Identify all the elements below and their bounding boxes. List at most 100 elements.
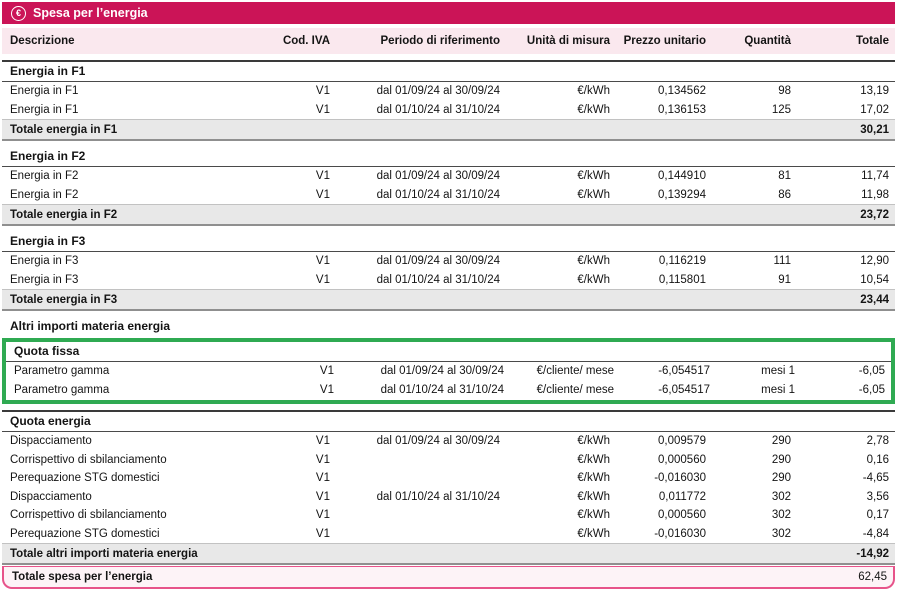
cell-cod_iva: V1 bbox=[280, 274, 336, 286]
cell-cod_iva: V1 bbox=[280, 255, 336, 267]
cell-descrizione: Energia in F1 bbox=[2, 104, 280, 116]
cell-unita: €/kWh bbox=[506, 170, 616, 182]
page-title: Spesa per l’energia bbox=[33, 6, 148, 20]
cell-periodo: dal 01/10/24 al 31/10/24 bbox=[336, 104, 506, 116]
cell-descrizione: Energia in F3 bbox=[2, 255, 280, 267]
cell-totale: -6,05 bbox=[801, 384, 891, 396]
total-label: Totale energia in F2 bbox=[2, 209, 797, 221]
column-header-prezzo: Prezzo unitario bbox=[616, 35, 712, 47]
cell-periodo: dal 01/09/24 al 30/09/24 bbox=[340, 365, 510, 377]
table-row: DispacciamentoV1dal 01/10/24 al 31/10/24… bbox=[2, 488, 895, 507]
cell-totale: 0,17 bbox=[797, 509, 895, 521]
cell-quantita: 111 bbox=[712, 255, 797, 267]
cell-descrizione: Parametro gamma bbox=[6, 384, 284, 396]
column-header-descrizione: Descrizione bbox=[2, 35, 280, 47]
cell-totale: 10,54 bbox=[797, 274, 895, 286]
cell-totale: 2,78 bbox=[797, 435, 895, 447]
cell-prezzo: 0,116219 bbox=[616, 255, 712, 267]
cell-cod_iva: V1 bbox=[280, 435, 336, 447]
cell-descrizione: Energia in F3 bbox=[2, 274, 280, 286]
cell-cod_iva: V1 bbox=[280, 472, 336, 484]
cell-totale: 3,56 bbox=[797, 491, 895, 503]
column-header-totale: Totale bbox=[797, 35, 895, 47]
cell-quantita: 302 bbox=[712, 509, 797, 521]
column-header-cod_iva: Cod. IVA bbox=[280, 35, 336, 47]
cell-periodo: dal 01/09/24 al 30/09/24 bbox=[336, 85, 506, 97]
cell-prezzo: 0,000560 bbox=[616, 454, 712, 466]
table-row: Parametro gammaV1dal 01/09/24 al 30/09/2… bbox=[6, 362, 891, 381]
cell-descrizione: Energia in F2 bbox=[2, 170, 280, 182]
cell-unita: €/kWh bbox=[506, 255, 616, 267]
section-quota-energia: Quota energiaDispacciamentoV1dal 01/09/2… bbox=[2, 410, 895, 565]
cell-prezzo: 0,115801 bbox=[616, 274, 712, 286]
cell-quantita: mesi 1 bbox=[716, 365, 801, 377]
cell-descrizione: Energia in F2 bbox=[2, 189, 280, 201]
cell-periodo: dal 01/10/24 al 31/10/24 bbox=[336, 189, 506, 201]
cell-cod_iva: V1 bbox=[280, 189, 336, 201]
total-row: Totale altri importi materia energia-14,… bbox=[2, 543, 895, 565]
cell-periodo: dal 01/09/24 al 30/09/24 bbox=[336, 170, 506, 182]
section-title: Energia in F3 bbox=[2, 232, 895, 252]
cell-cod_iva: V1 bbox=[280, 454, 336, 466]
cell-unita: €/cliente/ mese bbox=[510, 365, 620, 377]
cell-quantita: 98 bbox=[712, 85, 797, 97]
cell-prezzo: -6,054517 bbox=[620, 365, 716, 377]
cell-unita: €/kWh bbox=[506, 435, 616, 447]
section-title: Altri importi materia energia bbox=[2, 317, 895, 336]
cell-unita: €/kWh bbox=[506, 189, 616, 201]
cell-descrizione: Corrispettivo di sbilanciamento bbox=[2, 454, 280, 466]
cell-periodo: dal 01/09/24 al 30/09/24 bbox=[336, 435, 506, 447]
cell-cod_iva: V1 bbox=[284, 384, 340, 396]
column-header-periodo: Periodo di riferimento bbox=[336, 35, 506, 47]
cell-periodo: dal 01/09/24 al 30/09/24 bbox=[336, 255, 506, 267]
cell-prezzo: -0,016030 bbox=[616, 472, 712, 484]
column-header-row: DescrizioneCod. IVAPeriodo di riferiment… bbox=[2, 28, 895, 54]
table-row: Corrispettivo di sbilanciamentoV1€/kWh0,… bbox=[2, 451, 895, 470]
cell-prezzo: 0,144910 bbox=[616, 170, 712, 182]
cell-unita: €/cliente/ mese bbox=[510, 384, 620, 396]
total-label: Totale energia in F1 bbox=[2, 124, 797, 136]
section-header-bar: € Spesa per l’energia bbox=[2, 2, 895, 24]
cell-unita: €/kWh bbox=[506, 104, 616, 116]
cell-totale: -4,65 bbox=[797, 472, 895, 484]
cell-cod_iva: V1 bbox=[280, 528, 336, 540]
section-title: Energia in F2 bbox=[2, 147, 895, 167]
cell-unita: €/kWh bbox=[506, 528, 616, 540]
table-row: DispacciamentoV1dal 01/09/24 al 30/09/24… bbox=[2, 432, 895, 451]
table-body: Energia in F1Energia in F1V1dal 01/09/24… bbox=[2, 60, 895, 589]
section-energia-f2: Energia in F2Energia in F2V1dal 01/09/24… bbox=[2, 147, 895, 226]
cell-descrizione: Parametro gamma bbox=[6, 365, 284, 377]
table-row: Energia in F3V1dal 01/09/24 al 30/09/24€… bbox=[2, 252, 895, 271]
total-row: Totale energia in F323,44 bbox=[2, 289, 895, 311]
total-label: Totale spesa per l’energia bbox=[4, 571, 795, 583]
cell-totale: 11,98 bbox=[797, 189, 895, 201]
cell-quantita: 86 bbox=[712, 189, 797, 201]
cell-quantita: 290 bbox=[712, 454, 797, 466]
cell-unita: €/kWh bbox=[506, 274, 616, 286]
total-row: Totale energia in F130,21 bbox=[2, 119, 895, 141]
cell-descrizione: Perequazione STG domestici bbox=[2, 472, 280, 484]
cell-quantita: 290 bbox=[712, 435, 797, 447]
cell-quantita: mesi 1 bbox=[716, 384, 801, 396]
cell-prezzo: 0,011772 bbox=[616, 491, 712, 503]
cell-unita: €/kWh bbox=[506, 509, 616, 521]
cell-descrizione: Perequazione STG domestici bbox=[2, 528, 280, 540]
cell-quantita: 125 bbox=[712, 104, 797, 116]
euro-circle-icon: € bbox=[11, 6, 26, 21]
section-altri-importi: Altri importi materia energia bbox=[2, 317, 895, 336]
cell-cod_iva: V1 bbox=[280, 491, 336, 503]
cell-cod_iva: V1 bbox=[284, 365, 340, 377]
cell-totale: 0,16 bbox=[797, 454, 895, 466]
cell-quantita: 302 bbox=[712, 491, 797, 503]
cell-cod_iva: V1 bbox=[280, 170, 336, 182]
cell-totale: 13,19 bbox=[797, 85, 895, 97]
cell-unita: €/kWh bbox=[506, 85, 616, 97]
cell-cod_iva: V1 bbox=[280, 85, 336, 97]
section-energia-f1: Energia in F1Energia in F1V1dal 01/09/24… bbox=[2, 60, 895, 141]
total-label: Totale altri importi materia energia bbox=[2, 548, 797, 560]
cell-prezzo: 0,009579 bbox=[616, 435, 712, 447]
cell-cod_iva: V1 bbox=[280, 509, 336, 521]
section-energia-f3: Energia in F3Energia in F3V1dal 01/09/24… bbox=[2, 232, 895, 311]
cell-prezzo: 0,136153 bbox=[616, 104, 712, 116]
cell-cod_iva: V1 bbox=[280, 104, 336, 116]
